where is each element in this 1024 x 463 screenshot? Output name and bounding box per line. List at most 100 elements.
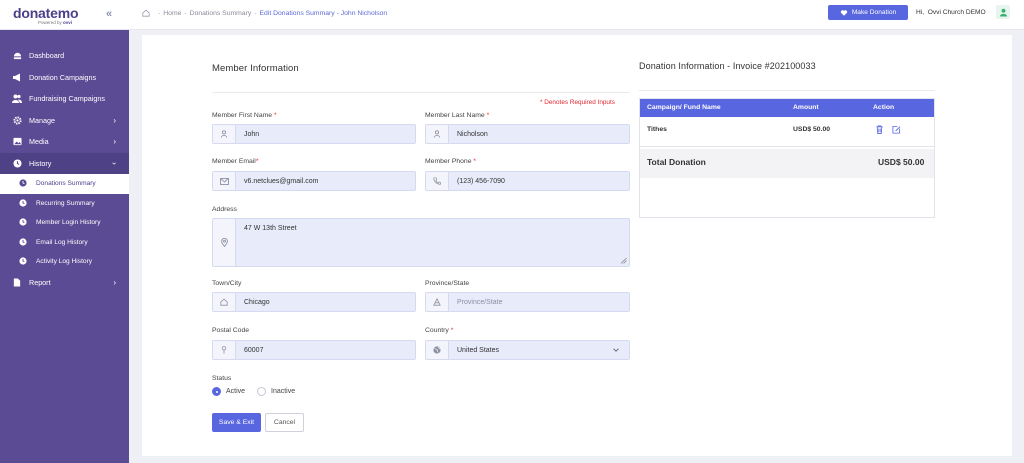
megaphone-icon xyxy=(12,72,22,82)
province-label: Province/State xyxy=(425,280,470,287)
total-label: Total Donation xyxy=(647,157,706,167)
pin-icon xyxy=(213,341,236,359)
sidebar-item-label: Report xyxy=(29,277,51,287)
envelope-icon xyxy=(213,172,236,190)
last-name-label: Member Last Name * xyxy=(425,112,490,119)
document-icon xyxy=(12,277,22,287)
last-name-value: Nicholson xyxy=(457,130,488,138)
sidebar-item-activity-log-history[interactable]: Activity Log History xyxy=(0,252,129,272)
user-icon xyxy=(999,8,1007,17)
brand-area: donatemo Powered by ovvi « xyxy=(0,0,129,30)
status-inactive-radio[interactable]: Inactive xyxy=(257,387,295,396)
sidebar-item-email-log-history[interactable]: Email Log History xyxy=(0,233,129,253)
sidebar-item-label: Email Log History xyxy=(36,238,88,246)
clock-icon xyxy=(19,218,28,227)
sidebar-item-manage[interactable]: Manage › xyxy=(0,110,129,132)
gear-icon xyxy=(12,115,22,125)
sidebar-item-donations-summary[interactable]: Donations Summary xyxy=(0,174,129,194)
column-action: Action xyxy=(873,104,895,111)
sidebar-item-label: Recurring Summary xyxy=(36,199,95,207)
address-label: Address xyxy=(212,206,237,213)
sidebar-item-report[interactable]: Report › xyxy=(0,272,129,294)
first-name-value: John xyxy=(244,130,260,138)
sidebar-item-donation-campaigns[interactable]: Donation Campaigns xyxy=(0,67,129,89)
sidebar-item-fundraising-campaigns[interactable]: Fundraising Campaigns xyxy=(0,88,129,110)
first-name-label: Member First Name * xyxy=(212,112,277,119)
home-icon[interactable] xyxy=(142,9,150,17)
donate-icon xyxy=(840,9,847,16)
sidebar-item-label: History xyxy=(29,158,52,168)
donation-table: Campaign/ Fund Name Amount Action Tithes… xyxy=(639,98,935,218)
country-label: Country * xyxy=(425,327,454,334)
breadcrumb: - Home - Donations Summary - Edit Donati… xyxy=(142,9,387,17)
resize-grip-icon[interactable] xyxy=(620,257,627,264)
sidebar-item-history[interactable]: History › xyxy=(0,152,129,174)
status-active-radio[interactable]: Active xyxy=(212,387,245,396)
user-icon xyxy=(426,125,449,143)
collapse-sidebar-icon[interactable]: « xyxy=(106,8,112,20)
history-submenu: Donations Summary Recurring Summary Memb… xyxy=(0,174,129,272)
table-row: Tithes USD$ 50.00 xyxy=(640,117,934,147)
user-icon xyxy=(213,125,236,143)
postal-code-value: 60007 xyxy=(244,346,264,354)
sidebar-item-dashboard[interactable]: Dashboard xyxy=(0,45,129,67)
chevron-right-icon: › xyxy=(113,277,116,287)
city-field[interactable]: Chicago xyxy=(212,292,416,312)
home-icon xyxy=(213,293,236,311)
breadcrumb-home[interactable]: Home xyxy=(163,10,181,17)
cancel-button[interactable]: Cancel xyxy=(265,413,304,432)
sidebar-item-label: Manage xyxy=(29,115,55,125)
sidebar-item-label: Fundraising Campaigns xyxy=(29,94,105,104)
edit-icon[interactable] xyxy=(892,125,901,134)
sidebar-item-label: Donations Summary xyxy=(36,180,96,188)
last-name-field[interactable]: Nicholson xyxy=(425,124,630,144)
address-value: 47 W 13th Street xyxy=(244,225,297,232)
clock-icon xyxy=(19,238,28,247)
image-icon xyxy=(12,137,22,147)
brand-logo[interactable]: donatemo xyxy=(13,5,78,21)
postal-code-label: Postal Code xyxy=(212,327,250,334)
sidebar-nav: Dashboard Donation Campaigns Fundraising… xyxy=(0,45,129,293)
radio-selected-indicator xyxy=(212,387,221,396)
email-value: v6.netclues@gmail.com xyxy=(244,177,319,185)
save-exit-button[interactable]: Save & Exit xyxy=(212,413,261,432)
first-name-field[interactable]: John xyxy=(212,124,416,144)
breadcrumb-donations-summary[interactable]: Donations Summary xyxy=(190,10,252,17)
sidebar-item-recurring-summary[interactable]: Recurring Summary xyxy=(0,194,129,214)
region-icon xyxy=(426,293,449,311)
sidebar-item-label: Dashboard xyxy=(29,51,65,61)
country-select[interactable]: United States xyxy=(425,340,630,360)
powered-by: Powered by ovvi xyxy=(38,20,73,25)
clock-icon xyxy=(19,199,28,208)
chevron-right-icon: › xyxy=(113,115,116,125)
sidebar: donatemo Powered by ovvi « Dashboard Don… xyxy=(0,0,129,463)
avatar[interactable] xyxy=(996,5,1010,19)
province-field[interactable]: Province/State xyxy=(425,292,630,312)
make-donation-button[interactable]: Make Donation xyxy=(828,5,908,20)
top-bar: - Home - Donations Summary - Edit Donati… xyxy=(129,0,1024,30)
status-label: Status xyxy=(212,375,232,382)
delete-icon[interactable] xyxy=(875,125,884,134)
phone-field[interactable]: (123) 456-7090 xyxy=(425,171,630,191)
divider xyxy=(639,90,935,91)
sidebar-item-member-login-history[interactable]: Member Login History xyxy=(0,213,129,233)
postal-code-field[interactable]: 60007 xyxy=(212,340,416,360)
sidebar-item-media[interactable]: Media › xyxy=(0,131,129,153)
clock-icon xyxy=(19,257,28,266)
radio-indicator xyxy=(257,387,266,396)
dashboard-icon xyxy=(12,51,22,61)
clock-icon xyxy=(12,158,22,168)
sidebar-item-label: Media xyxy=(29,137,49,147)
email-field[interactable]: v6.netclues@gmail.com xyxy=(212,171,416,191)
user-greeting: Hi, Ovvi Church DEMO xyxy=(916,9,986,16)
address-textarea[interactable]: 47 W 13th Street xyxy=(212,218,630,267)
column-campaign: Campaign/ Fund Name xyxy=(647,104,721,111)
phone-label: Member Phone * xyxy=(425,158,477,165)
country-value: United States xyxy=(457,346,500,354)
globe-icon xyxy=(426,341,449,359)
donation-amount: USD$ 50.00 xyxy=(793,126,831,133)
required-note: * Denotes Required Inputs xyxy=(540,99,615,106)
campaign-name: Tithes xyxy=(647,126,667,133)
location-pin-icon xyxy=(213,219,236,266)
sidebar-item-label: Donation Campaigns xyxy=(29,72,97,82)
